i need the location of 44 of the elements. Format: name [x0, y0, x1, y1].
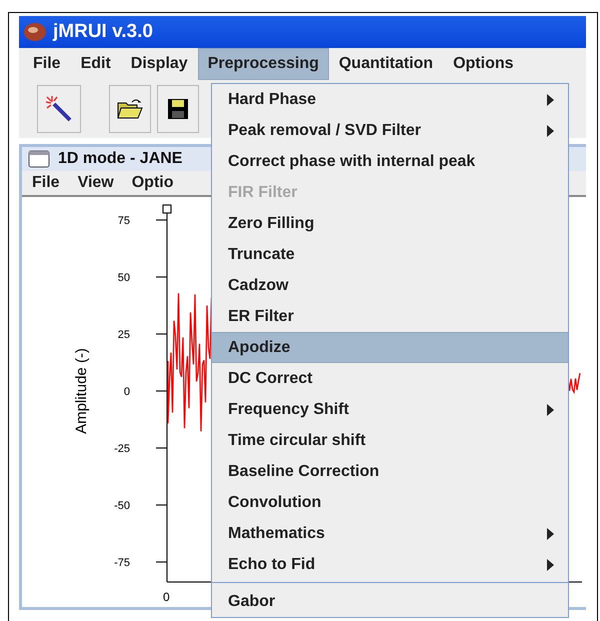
- save-icon: [167, 98, 189, 120]
- menu-item[interactable]: Cadzow: [212, 270, 568, 301]
- menu-item[interactable]: Time circular shift: [212, 425, 568, 456]
- menu-item[interactable]: Mathematics: [212, 518, 568, 549]
- tick-label: -75: [114, 557, 130, 569]
- window-title: jMRUI v.3.0: [53, 21, 153, 43]
- save-button[interactable]: [157, 85, 199, 133]
- menu-item[interactable]: Apodize: [212, 332, 568, 363]
- folder-icon: [117, 98, 143, 120]
- axis-label: Amplitude (-): [73, 348, 90, 434]
- menu-item[interactable]: Hard Phase: [212, 84, 568, 115]
- tick-label: -25: [114, 443, 130, 455]
- menu-item[interactable]: Edit: [70, 48, 121, 80]
- menu-item[interactable]: Gabor: [212, 586, 568, 617]
- magic-wand-icon: [44, 94, 74, 124]
- open-button[interactable]: [109, 85, 151, 133]
- menu-item[interactable]: Echo to Fid: [212, 549, 568, 580]
- menu-item[interactable]: Correct phase with internal peak: [212, 146, 568, 177]
- menu-item[interactable]: DC Correct: [212, 363, 568, 394]
- menu-item[interactable]: Display: [120, 48, 198, 80]
- document-title: 1D mode - JANE: [58, 150, 182, 168]
- tick-label: 25: [118, 329, 130, 341]
- tick-label: -50: [114, 500, 130, 512]
- menu-item[interactable]: File: [23, 48, 71, 80]
- tick-label: 50: [118, 272, 130, 284]
- menu-item[interactable]: Zero Filling: [212, 208, 568, 239]
- menu-item[interactable]: Frequency Shift: [212, 394, 568, 425]
- menu-item[interactable]: Options: [443, 48, 524, 80]
- menu-item[interactable]: ER Filter: [212, 301, 568, 332]
- menu-item[interactable]: Optio: [132, 174, 174, 192]
- tick-label: 0: [163, 590, 170, 604]
- tick-label: 75: [118, 215, 130, 227]
- menu-item[interactable]: File: [32, 174, 60, 192]
- menu-item[interactable]: Baseline Correction: [212, 456, 568, 487]
- menu-item[interactable]: Convolution: [212, 487, 568, 518]
- wand-button[interactable]: [37, 85, 81, 133]
- menu-item[interactable]: Peak removal / SVD Filter: [212, 115, 568, 146]
- menu-item[interactable]: Preprocessing: [198, 48, 329, 80]
- menu-item[interactable]: View: [78, 174, 114, 192]
- app-logo-icon: [23, 21, 47, 43]
- menu-item[interactable]: Truncate: [212, 239, 568, 270]
- tick-label: 0: [124, 386, 130, 398]
- menu-item[interactable]: Quantitation: [328, 48, 444, 80]
- window-icon: [28, 150, 50, 168]
